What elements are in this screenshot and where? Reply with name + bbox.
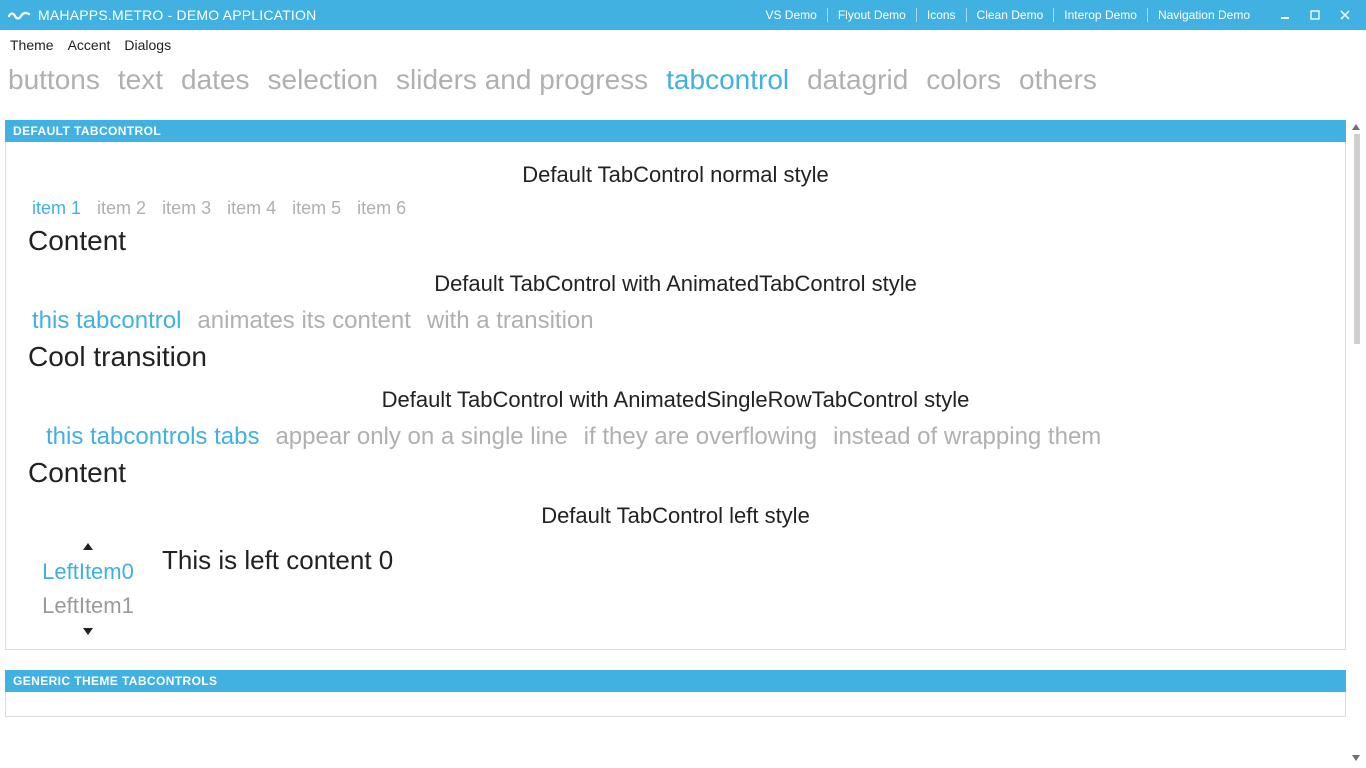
subtab-item-3[interactable]: item 3 [162,198,211,219]
content-normal: Content [28,225,1323,257]
section-title-animated: Default TabControl with AnimatedTabContr… [28,271,1323,297]
subtab-item-2[interactable]: item 2 [97,198,146,219]
scrollbar-track[interactable] [1352,134,1360,751]
scrollbar-thumb[interactable] [1354,134,1360,344]
tab-text[interactable]: text [118,64,163,96]
window-title: MAHAPPS.METRO - DEMO APPLICATION [38,7,316,23]
group-generic-theme-header: GENERIC THEME TABCONTROLS [5,670,1346,692]
section-title-left: Default TabControl left style [28,503,1323,529]
menu-dialogs[interactable]: Dialogs [124,37,171,53]
titlebar-link-icons[interactable]: Icons [917,8,967,22]
subtab-this-tabcontrols-tabs[interactable]: this tabcontrols tabs [46,423,259,451]
content-area: DEFAULT TABCONTROL Default TabControl no… [5,120,1346,768]
window-close-button[interactable] [1330,0,1360,30]
menu-accent[interactable]: Accent [68,37,111,53]
tab-others[interactable]: others [1019,64,1097,96]
menubar: Theme Accent Dialogs [0,30,1366,60]
content-single-row: Content [28,457,1323,489]
left-tab-1[interactable]: LeftItem1 [42,593,134,619]
titlebar-link-vs-demo[interactable]: VS Demo [755,8,827,22]
subtabs-animated: this tabcontrol animates its content wit… [32,307,1323,335]
left-tabcontrol: LeftItem0 LeftItem1 This is left content… [28,539,1323,639]
section-title-normal: Default TabControl normal style [28,162,1323,188]
tab-datagrid[interactable]: datagrid [807,64,908,96]
scroll-down-icon[interactable] [1349,751,1363,765]
subtab-if-they-are-overflowing[interactable]: if they are overflowing [584,423,817,451]
subtab-appear-only-on-a-single-line[interactable]: appear only on a single line [275,423,567,451]
subtab-item-1[interactable]: item 1 [32,198,81,219]
app-logo-icon [8,8,30,22]
group-default-tabcontrol-body: Default TabControl normal style item 1 i… [5,142,1346,650]
titlebar: MAHAPPS.METRO - DEMO APPLICATION VS Demo… [0,0,1366,30]
titlebar-links: VS Demo Flyout Demo Icons Clean Demo Int… [755,8,1260,22]
titlebar-link-navigation-demo[interactable]: Navigation Demo [1148,8,1260,22]
vertical-scrollbar[interactable] [1349,120,1363,765]
titlebar-link-interop-demo[interactable]: Interop Demo [1054,8,1148,22]
section-title-single-row: Default TabControl with AnimatedSingleRo… [28,387,1323,413]
titlebar-link-clean-demo[interactable]: Clean Demo [967,8,1055,22]
subtabs-normal: item 1 item 2 item 3 item 4 item 5 item … [32,198,1323,219]
left-tab-content: This is left content 0 [162,539,393,639]
subtabs-single-row: this tabcontrols tabs appear only on a s… [46,423,1323,451]
menu-theme[interactable]: Theme [10,37,54,53]
tab-buttons[interactable]: buttons [8,64,100,96]
tab-colors[interactable]: colors [926,64,1001,96]
titlebar-link-flyout-demo[interactable]: Flyout Demo [828,8,917,22]
subtab-with-a-transition[interactable]: with a transition [427,307,594,335]
subtab-this-tabcontrol[interactable]: this tabcontrol [32,307,181,335]
tab-tabcontrol[interactable]: tabcontrol [666,64,789,96]
window-minimize-button[interactable] [1270,0,1300,30]
subtab-instead-of-wrapping-them[interactable]: instead of wrapping them [833,423,1101,451]
left-tab-0[interactable]: LeftItem0 [42,559,134,585]
group-default-tabcontrol-header: DEFAULT TABCONTROL [5,120,1346,142]
tab-selection[interactable]: selection [268,64,379,96]
left-tabs-scroll-down-icon[interactable] [82,623,94,639]
scroll-up-icon[interactable] [1349,120,1363,134]
subtab-item-4[interactable]: item 4 [227,198,276,219]
subtab-animates-its-content[interactable]: animates its content [197,307,410,335]
main-tabs: buttons text dates selection sliders and… [0,60,1366,102]
tab-sliders-and-progress[interactable]: sliders and progress [396,64,648,96]
left-tabs-scroll-up-icon[interactable] [82,539,94,555]
content-animated: Cool transition [28,341,1323,373]
group-generic-theme-body [5,692,1346,717]
left-tabs-column: LeftItem0 LeftItem1 [28,539,148,639]
subtab-item-6[interactable]: item 6 [357,198,406,219]
tab-dates[interactable]: dates [181,64,250,96]
subtab-item-5[interactable]: item 5 [292,198,341,219]
window-maximize-button[interactable] [1300,0,1330,30]
